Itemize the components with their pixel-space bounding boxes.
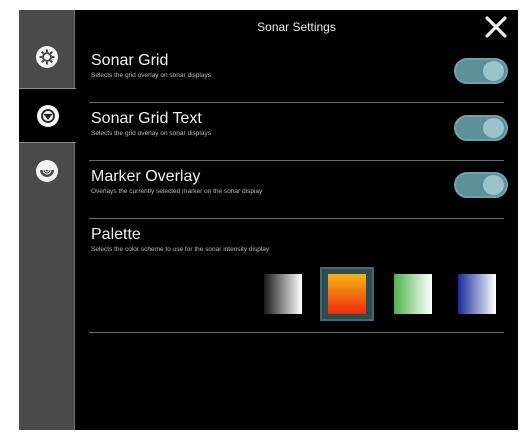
sonar-icon <box>36 104 59 127</box>
sonar-grid-toggle[interactable] <box>454 58 508 84</box>
palette-swatch <box>264 274 302 314</box>
setting-description: Overlays the currently selected marker o… <box>91 188 263 195</box>
sonar-settings-dialog: Sonar Settings Sonar Grid Selects the gr… <box>19 10 518 430</box>
settings-panel: Sonar Settings Sonar Grid Selects the gr… <box>75 10 518 430</box>
setting-label: Palette <box>91 226 141 243</box>
setting-palette: Palette Selects the color scheme to use … <box>91 226 506 253</box>
setting-label: Sonar Grid Text <box>91 110 202 127</box>
toggle-knob <box>483 61 504 81</box>
palette-option-blue[interactable] <box>450 267 504 321</box>
sonar-grid-text-toggle[interactable] <box>454 115 508 141</box>
divider <box>89 102 504 103</box>
palette-swatch <box>328 274 366 314</box>
setting-sonar-grid: Sonar Grid Selects the grid overlay on s… <box>91 52 506 79</box>
setting-description: Selects the grid overlay on sonar displa… <box>91 130 211 137</box>
tab-sounder[interactable] <box>19 144 74 197</box>
setting-label: Sonar Grid <box>91 52 169 69</box>
sidebar <box>19 10 76 430</box>
tab-sonar[interactable] <box>19 88 76 143</box>
tab-general[interactable] <box>19 30 74 83</box>
divider <box>89 218 504 219</box>
palette-swatch <box>394 274 432 314</box>
palette-option-amber[interactable] <box>320 267 374 321</box>
divider <box>89 160 504 161</box>
toggle-knob <box>483 175 504 195</box>
palette-option-green[interactable] <box>386 267 440 321</box>
setting-marker-overlay: Marker Overlay Overlays the currently se… <box>91 168 506 195</box>
setting-sonar-grid-text: Sonar Grid Text Selects the grid overlay… <box>91 110 506 137</box>
sounder-icon <box>35 159 58 182</box>
setting-description: Selects the grid overlay on sonar displa… <box>91 72 211 79</box>
gear-icon <box>35 45 58 68</box>
setting-description: Selects the color scheme to use for the … <box>91 246 270 253</box>
setting-label: Marker Overlay <box>91 168 201 185</box>
palette-option-greyscale[interactable] <box>256 267 310 321</box>
palette-swatch <box>458 274 496 314</box>
page-title: Sonar Settings <box>257 20 336 34</box>
divider <box>89 332 504 333</box>
marker-overlay-toggle[interactable] <box>454 172 508 198</box>
toggle-knob <box>483 118 504 138</box>
close-icon[interactable] <box>482 13 510 41</box>
